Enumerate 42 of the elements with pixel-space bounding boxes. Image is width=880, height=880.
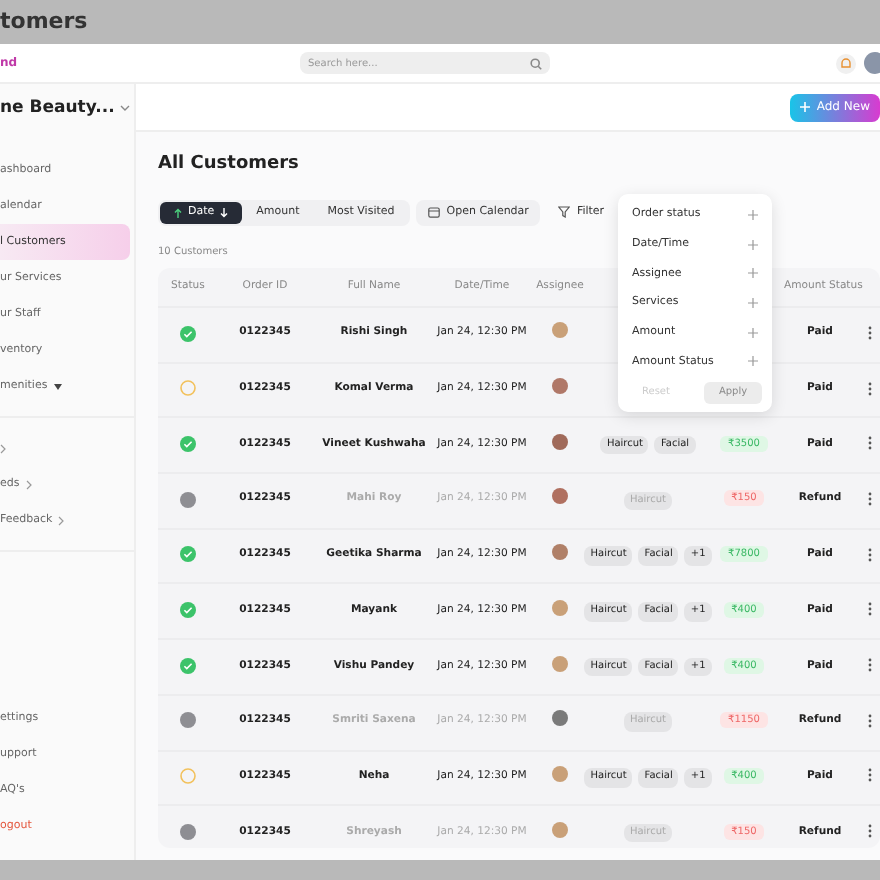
search-icon[interactable] <box>530 57 542 69</box>
empty-circle-icon <box>180 380 196 397</box>
check-circle-icon <box>180 436 196 453</box>
arrow-down-icon <box>220 207 229 217</box>
chevron-right-icon <box>0 443 6 453</box>
check-circle-icon <box>180 657 196 674</box>
check-circle-icon <box>180 325 196 342</box>
avatar <box>552 433 568 450</box>
plus-icon[interactable] <box>748 268 758 279</box>
filled-circle-icon <box>180 823 196 840</box>
avatar <box>552 655 568 671</box>
empty-circle-icon <box>180 768 196 785</box>
avatar <box>552 599 568 616</box>
filled-circle-icon <box>180 712 196 729</box>
funnel-icon <box>558 206 571 218</box>
chevron-right-icon <box>58 515 65 525</box>
avatar <box>552 710 568 727</box>
window-title: tomers <box>0 5 88 38</box>
plus-icon[interactable] <box>748 209 758 220</box>
plus-icon[interactable] <box>748 327 758 338</box>
chevron-down-icon[interactable] <box>120 104 131 112</box>
calendar-icon <box>428 206 441 218</box>
caret-down-icon <box>53 383 62 389</box>
avatar <box>552 765 568 782</box>
avatar <box>552 488 568 505</box>
check-circle-icon <box>180 602 196 619</box>
check-circle-icon <box>180 546 196 563</box>
avatar <box>552 544 568 561</box>
avatar <box>552 322 568 339</box>
plus-icon <box>800 102 811 112</box>
plus-icon[interactable] <box>748 297 758 308</box>
page-title: All Customers <box>158 152 301 178</box>
bell-icon[interactable] <box>836 53 856 73</box>
user-avatar[interactable] <box>864 52 880 74</box>
avatar <box>552 821 568 838</box>
filled-circle-icon <box>180 491 196 508</box>
arrow-up-icon <box>174 207 182 217</box>
avatar <box>552 378 568 395</box>
plus-icon[interactable] <box>748 356 758 367</box>
chevron-right-icon <box>25 479 32 489</box>
workspace-name[interactable]: ne Beauty... <box>0 95 115 121</box>
plus-icon[interactable] <box>748 239 758 250</box>
